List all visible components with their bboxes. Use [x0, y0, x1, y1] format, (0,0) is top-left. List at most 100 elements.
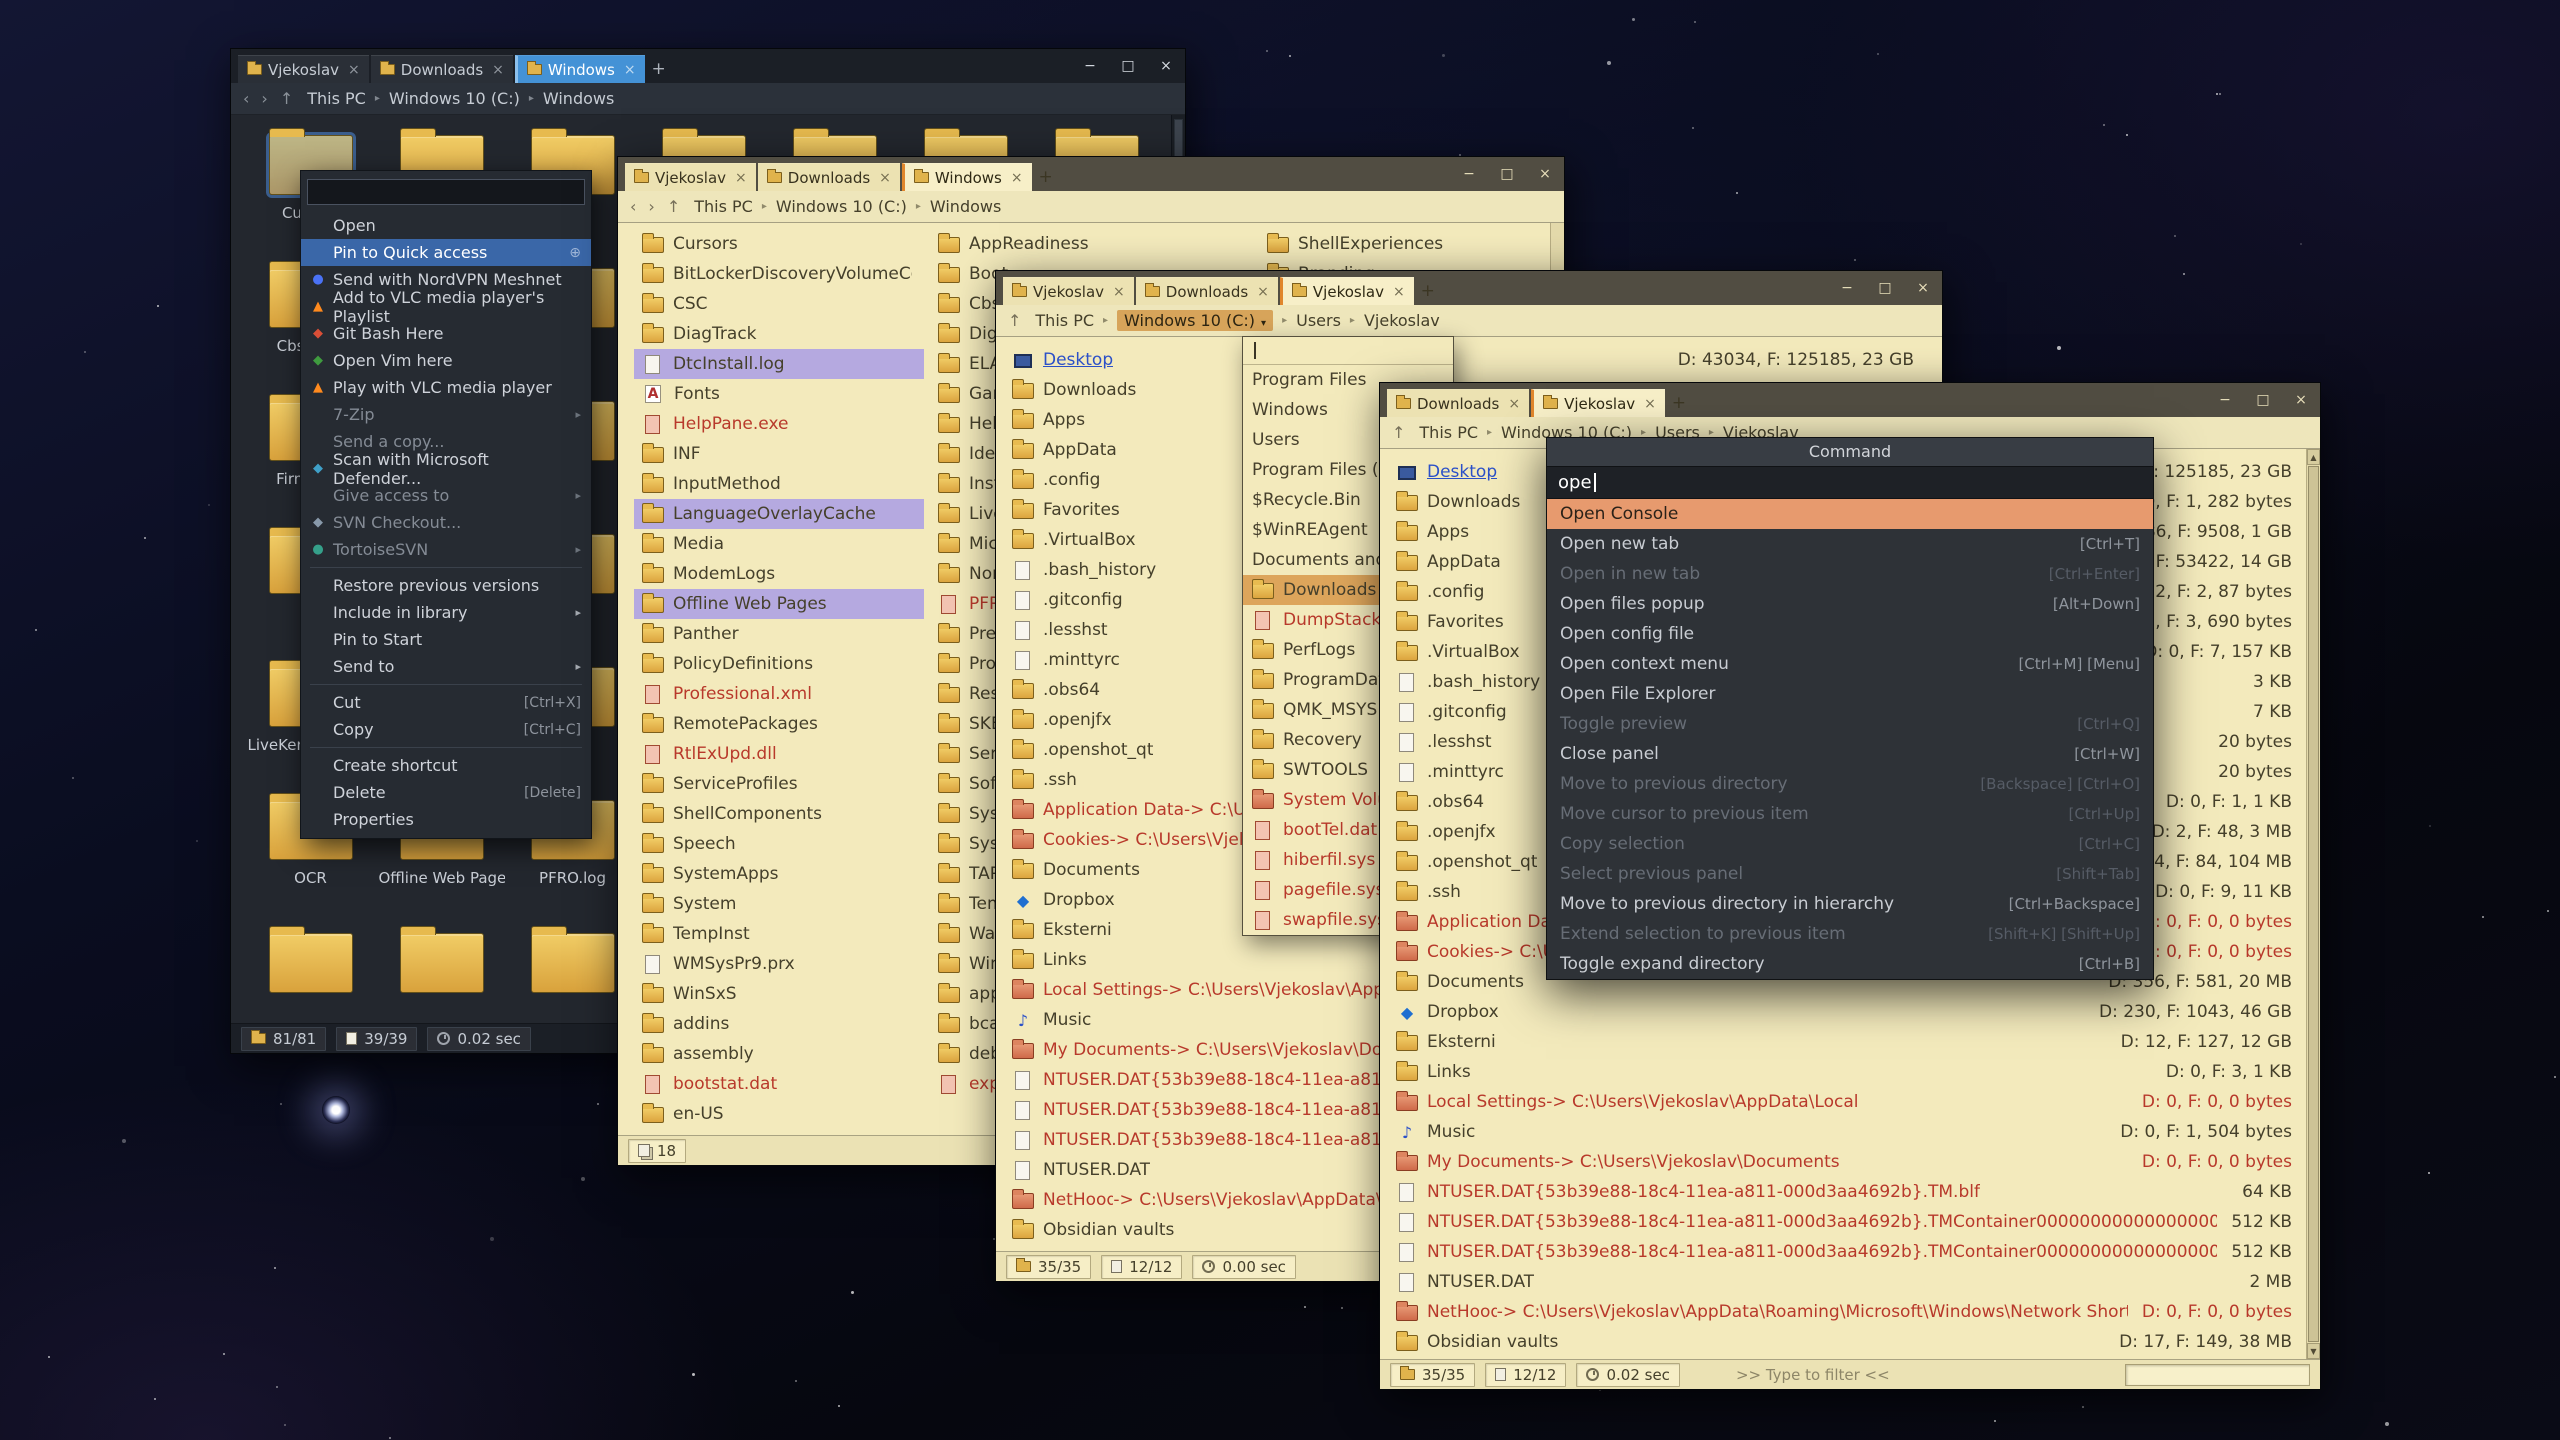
- file-row-shellexperiences[interactable]: ShellExperiences: [1259, 229, 1549, 259]
- command-open-files-popup[interactable]: Open files popup[Alt+Down]: [1547, 589, 2153, 619]
- file-row-inf[interactable]: INF: [634, 439, 924, 469]
- file-row-ntuser-dat-53b39e88-18c4[interactable]: NTUSER.DAT{53b39e88-18c4-11ea-a811-000d3…: [1388, 1237, 2304, 1267]
- tab-close-icon[interactable]: ×: [1644, 396, 1656, 412]
- file-row-shellcomponents[interactable]: ShellComponents: [634, 799, 924, 829]
- file-row-eksterni[interactable]: EksterniD: 12, F: 127, 12 GB: [1388, 1027, 2304, 1057]
- minimize-button[interactable]: −: [1071, 49, 1109, 83]
- up-icon[interactable]: ↑: [1008, 311, 1021, 330]
- menu-item-cut[interactable]: Cut[Ctrl+X]: [301, 689, 591, 716]
- desktop-folder[interactable]: [245, 933, 376, 1020]
- up-icon[interactable]: ↑: [280, 89, 293, 108]
- file-row-fonts[interactable]: AFonts: [634, 379, 924, 409]
- menu-item-svn-checkout[interactable]: ◆SVN Checkout...: [301, 509, 591, 536]
- scroll-down-icon[interactable]: ▼: [2307, 1343, 2320, 1359]
- tab-downloads[interactable]: Downloads×: [758, 163, 900, 191]
- minimize-button[interactable]: −: [2206, 383, 2244, 417]
- menu-item-tortoisesvn[interactable]: ●TortoiseSVN▸: [301, 536, 591, 563]
- file-row-obsidian-vaults[interactable]: Obsidian vaultsD: 17, F: 149, 38 MB: [1388, 1327, 2304, 1357]
- breadcrumb-item-vjekoslav[interactable]: Vjekoslav: [1364, 311, 1440, 330]
- file-row-winsxs[interactable]: WinSxS: [634, 979, 924, 1009]
- breadcrumb-item-windows[interactable]: Windows: [543, 89, 614, 108]
- menu-item-pin-to-quick-access[interactable]: Pin to Quick access⊕: [301, 239, 591, 266]
- file-row-remotepackages[interactable]: RemotePackages: [634, 709, 924, 739]
- tab-downloads[interactable]: Downloads×: [1387, 389, 1529, 417]
- menu-item-delete[interactable]: Delete[Delete]: [301, 779, 591, 806]
- tab-close-icon[interactable]: ×: [1393, 284, 1405, 300]
- new-tab-button[interactable]: +: [646, 55, 672, 83]
- tab-close-icon[interactable]: ×: [1257, 284, 1269, 300]
- command-open-new-tab[interactable]: Open new tab[Ctrl+T]: [1547, 529, 2153, 559]
- tab-close-icon[interactable]: ×: [348, 62, 360, 78]
- command-open-config-file[interactable]: Open config file: [1547, 619, 2153, 649]
- command-toggle-preview[interactable]: Toggle preview[Ctrl+Q]: [1547, 709, 2153, 739]
- file-row-panther[interactable]: Panther: [634, 619, 924, 649]
- menu-item-include-in-library[interactable]: Include in library▸: [301, 599, 591, 626]
- command-copy-selection[interactable]: Copy selection[Ctrl+C]: [1547, 829, 2153, 859]
- new-tab-button[interactable]: +: [1033, 163, 1059, 191]
- new-tab-button[interactable]: +: [1666, 389, 1692, 417]
- maximize-button[interactable]: □: [2244, 383, 2282, 417]
- palette-input[interactable]: ope: [1547, 466, 2153, 499]
- command-select-previous-panel[interactable]: Select previous panel[Shift+Tab]: [1547, 859, 2153, 889]
- tab-close-icon[interactable]: ×: [1011, 170, 1023, 186]
- file-row-local-settings[interactable]: Local Settings -> C:\Users\Vjekoslav\App…: [1388, 1087, 2304, 1117]
- file-row-policydefinitions[interactable]: PolicyDefinitions: [634, 649, 924, 679]
- file-row-speech[interactable]: Speech: [634, 829, 924, 859]
- file-row-dtcinstall-log[interactable]: DtcInstall.log: [634, 349, 924, 379]
- menu-item-scan-with-microsoft-defender[interactable]: ◆Scan with Microsoft Defender...: [301, 455, 591, 482]
- back-icon[interactable]: ‹: [630, 197, 636, 216]
- file-row-en-us[interactable]: en-US: [634, 1099, 924, 1129]
- minimize-button[interactable]: −: [1450, 157, 1488, 191]
- command-open-context-menu[interactable]: Open context menu[Ctrl+M] [Menu]: [1547, 649, 2153, 679]
- minimize-button[interactable]: −: [1828, 271, 1866, 305]
- tab-close-icon[interactable]: ×: [1113, 284, 1125, 300]
- file-row-ntuser-dat-53b39e88-18c4[interactable]: NTUSER.DAT{53b39e88-18c4-11ea-a811-000d3…: [1388, 1177, 2304, 1207]
- breadcrumb-item-this-pc[interactable]: This PC: [1419, 423, 1478, 442]
- forward-icon[interactable]: ›: [261, 89, 267, 108]
- menu-item-copy[interactable]: Copy[Ctrl+C]: [301, 716, 591, 743]
- tab-close-icon[interactable]: ×: [879, 170, 891, 186]
- file-row-serviceprofiles[interactable]: ServiceProfiles: [634, 769, 924, 799]
- file-row-ntuser-dat-53b39e88-18c4[interactable]: NTUSER.DAT{53b39e88-18c4-11ea-a811-000d3…: [1388, 1207, 2304, 1237]
- command-open-in-new-tab[interactable]: Open in new tab[Ctrl+Enter]: [1547, 559, 2153, 589]
- file-row-addins[interactable]: addins: [634, 1009, 924, 1039]
- close-button[interactable]: ×: [1526, 157, 1564, 191]
- menu-item-properties[interactable]: Properties: [301, 806, 591, 833]
- menu-item-git-bash-here[interactable]: ◆Git Bash Here: [301, 320, 591, 347]
- menu-item-open-vim-here[interactable]: ◆Open Vim here: [301, 347, 591, 374]
- breadcrumb-item-this-pc[interactable]: This PC: [307, 89, 366, 108]
- file-row-links[interactable]: LinksD: 0, F: 3, 1 KB: [1388, 1057, 2304, 1087]
- forward-icon[interactable]: ›: [648, 197, 654, 216]
- scrollbar[interactable]: ▲ ▼: [2306, 449, 2320, 1359]
- tab-vjekoslav[interactable]: Vjekoslav×: [625, 163, 756, 191]
- command-open-file-explorer[interactable]: Open File Explorer: [1547, 679, 2153, 709]
- command-move-cursor-to-previous-item[interactable]: Move cursor to previous item[Ctrl+Up]: [1547, 799, 2153, 829]
- menu-item-send-to[interactable]: Send to▸: [301, 653, 591, 680]
- tab-downloads[interactable]: Downloads×: [371, 55, 513, 83]
- menu-item-7-zip[interactable]: 7-Zip▸: [301, 401, 591, 428]
- file-row-languageoverlaycache[interactable]: LanguageOverlayCache: [634, 499, 924, 529]
- tab-windows[interactable]: Windows×: [902, 163, 1032, 191]
- file-row-csc[interactable]: CSC: [634, 289, 924, 319]
- file-row-diagtrack[interactable]: DiagTrack: [634, 319, 924, 349]
- rename-input[interactable]: [307, 179, 585, 205]
- menu-item-restore-previous-versions[interactable]: Restore previous versions: [301, 572, 591, 599]
- tab-vjekoslav[interactable]: Vjekoslav×: [1280, 277, 1414, 305]
- scroll-up-icon[interactable]: ▲: [2307, 449, 2320, 465]
- file-row-wmsyspr9-prx[interactable]: WMSysPr9.prx: [634, 949, 924, 979]
- command-move-to-previous-directory[interactable]: Move to previous directory[Backspace] [C…: [1547, 769, 2153, 799]
- command-toggle-expand-directory[interactable]: Toggle expand directory[Ctrl+B]: [1547, 949, 2153, 979]
- close-button[interactable]: ×: [2282, 383, 2320, 417]
- tab-vjekoslav[interactable]: Vjekoslav×: [1003, 277, 1134, 305]
- file-row-modemlogs[interactable]: ModemLogs: [634, 559, 924, 589]
- tab-windows[interactable]: Windows×: [515, 55, 645, 83]
- file-row-desktop[interactable]: DesktopD: 43034, F: 125185, 23 GB: [1004, 345, 1926, 375]
- up-icon[interactable]: ↑: [667, 197, 680, 216]
- filter-input[interactable]: [2125, 1364, 2310, 1386]
- desktop-folder[interactable]: [376, 933, 507, 1020]
- file-row-my-documents[interactable]: My Documents -> C:\Users\Vjekoslav\Docum…: [1388, 1147, 2304, 1177]
- tab-downloads[interactable]: Downloads×: [1136, 277, 1278, 305]
- breadcrumb-item-windows[interactable]: Windows: [930, 197, 1001, 216]
- breadcrumb-item-windows-10-c[interactable]: Windows 10 (C:): [776, 197, 907, 216]
- file-row-cursors[interactable]: Cursors: [634, 229, 924, 259]
